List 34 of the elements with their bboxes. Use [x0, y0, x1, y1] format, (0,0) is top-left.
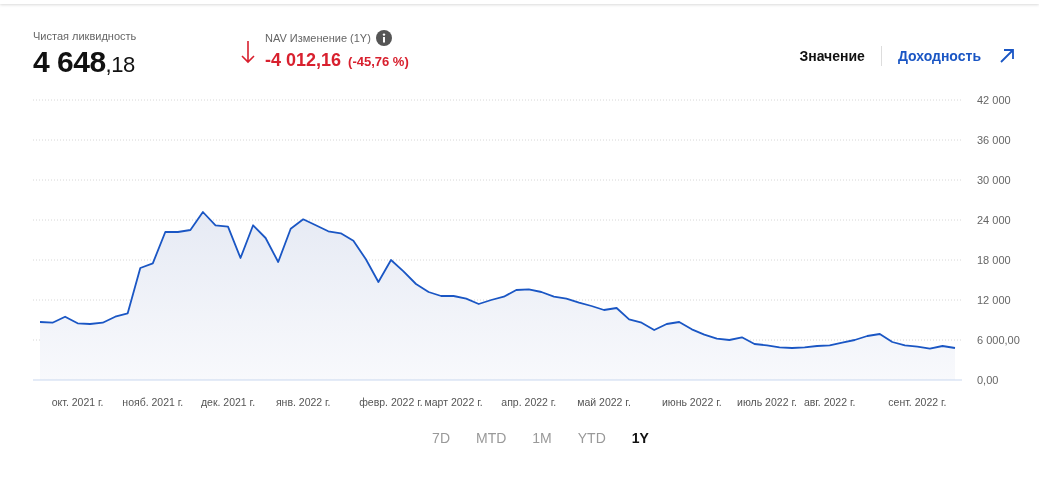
period-tab[interactable]: 1M — [530, 426, 554, 450]
axis-label: 12 000 — [977, 294, 1011, 306]
net-liquidity-value: 4 648,18 — [33, 45, 136, 79]
axis-label: апр. 2022 г. — [501, 396, 557, 408]
axis-label: 18 000 — [977, 254, 1011, 266]
period-tab[interactable]: 7D — [430, 426, 452, 450]
axis-label: 24 000 — [977, 214, 1011, 226]
axis-label: июнь 2022 г. — [661, 396, 722, 408]
axis-label: нояб. 2021 г. — [122, 396, 184, 408]
nav-change-value: -4 012,16 — [265, 50, 342, 71]
axis-label: 30 000 — [977, 174, 1011, 186]
net-liquidity-label: Чистая ликвидность — [33, 30, 138, 42]
axis-label: янв. 2022 г. — [275, 396, 331, 408]
period-tab[interactable]: MTD — [474, 426, 509, 450]
period-tab[interactable]: YTD — [575, 426, 608, 450]
axis-label: 0,00 — [977, 374, 999, 386]
axis-label: март 2022 г. — [424, 396, 483, 408]
axis-label: дек. 2021 г. — [200, 396, 256, 408]
period-tab[interactable]: 1Y — [629, 426, 651, 450]
axis-label: 36 000 — [977, 134, 1011, 146]
axis-label: 42 000 — [977, 94, 1011, 106]
axis-label: май 2022 г. — [577, 396, 631, 408]
nav-change-label: NAV Изменение (1Y) — [265, 32, 371, 44]
axis-label: февр. 2022 г. — [359, 396, 423, 408]
view-toggle[interactable]: Значение — [783, 48, 881, 64]
info-icon[interactable] — [375, 30, 392, 46]
nav-change-percent: (-45,76 %) — [348, 54, 409, 69]
axis-label: 6 000,00 — [977, 334, 1020, 346]
axis-label: авг. 2022 г. — [803, 396, 856, 408]
view-toggle[interactable]: Доходность — [881, 48, 997, 64]
axis-label: сент. 2022 г. — [888, 396, 947, 408]
arrow-up-right-icon[interactable] — [999, 48, 1015, 64]
axis-label: окт. 2021 г. — [51, 396, 104, 408]
axis-label: июль 2022 г. — [737, 396, 797, 408]
